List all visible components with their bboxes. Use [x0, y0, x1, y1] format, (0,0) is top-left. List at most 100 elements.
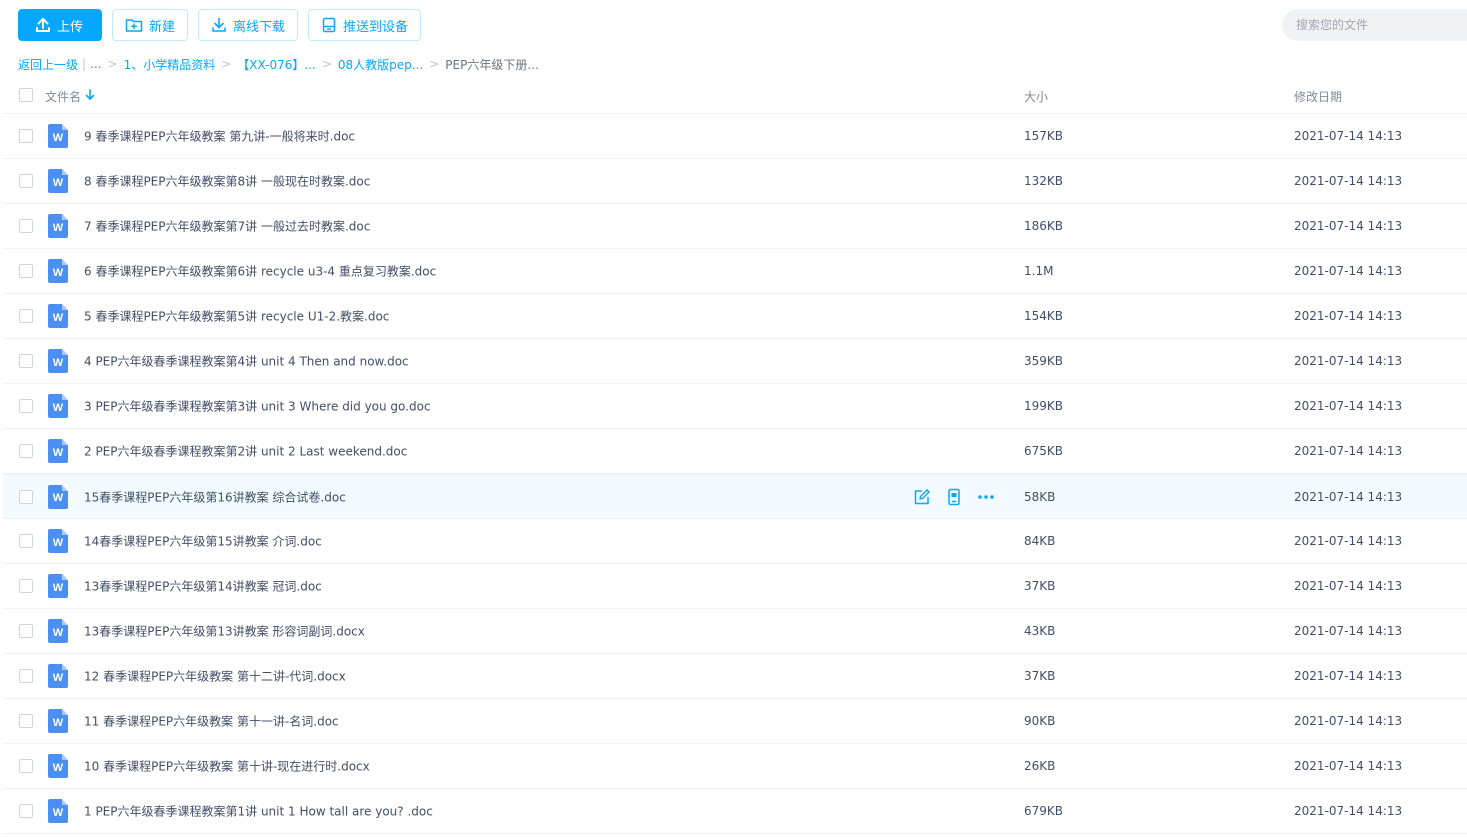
- upload-button[interactable]: 上传: [18, 9, 103, 41]
- row-checkbox[interactable]: [19, 804, 33, 818]
- file-date: 2021-07-14 14:13: [1294, 669, 1403, 683]
- edit-icon[interactable]: [913, 488, 931, 506]
- new-folder-icon: [125, 17, 143, 33]
- file-name[interactable]: 3 PEP六年级春季课程教案第3讲 unit 3 Where did you g…: [84, 398, 431, 415]
- file-date: 2021-07-14 14:13: [1294, 624, 1403, 638]
- word-doc-icon: W: [48, 394, 68, 418]
- row-checkbox[interactable]: [19, 714, 33, 728]
- file-size: 58KB: [1024, 489, 1056, 504]
- sort-down-arrow-icon: [85, 89, 95, 104]
- row-checkbox[interactable]: [19, 219, 33, 233]
- file-name[interactable]: 15春季课程PEP六年级第16讲教案 综合试卷.doc: [84, 488, 346, 505]
- file-name[interactable]: 10 春季课程PEP六年级教案 第十讲-现在进行时.docx: [84, 758, 370, 775]
- breadcrumb-item[interactable]: 08人教版pep...: [338, 56, 423, 73]
- row-checkbox[interactable]: [19, 579, 33, 593]
- word-icon-letter: W: [52, 356, 64, 369]
- file-row[interactable]: W 10 春季课程PEP六年级教案 第十讲-现在进行时.docx 26KB 2021-…: [3, 744, 1467, 789]
- breadcrumb-separator: >: [107, 57, 118, 71]
- row-checkbox[interactable]: [19, 129, 33, 143]
- file-row[interactable]: W 9 春季课程PEP六年级教案 第九讲-一般将来时.doc 157KB 2021-0…: [3, 114, 1467, 159]
- breadcrumb-item[interactable]: 1、小学精品资料: [124, 56, 216, 73]
- file-name[interactable]: 8 春季课程PEP六年级教案第8讲 一般现在时教案.doc: [84, 173, 370, 190]
- row-checkbox[interactable]: [19, 489, 33, 504]
- file-row[interactable]: W 7 春季课程PEP六年级教案第7讲 一般过去时教案.doc 186KB 2021-…: [3, 204, 1467, 249]
- file-size: 90KB: [1024, 714, 1056, 728]
- column-date-header[interactable]: 修改日期: [1294, 88, 1342, 105]
- file-name[interactable]: 7 春季课程PEP六年级教案第7讲 一般过去时教案.doc: [84, 218, 370, 235]
- file-row[interactable]: W 2 PEP六年级春季课程教案第2讲 unit 2 Last weekend.d…: [3, 429, 1467, 474]
- file-size: 37KB: [1024, 669, 1056, 683]
- file-size: 675KB: [1024, 444, 1064, 458]
- word-doc-icon: W: [48, 754, 68, 778]
- file-name[interactable]: 6 春季课程PEP六年级教案第6讲 recycle u3-4 重点复习教案.do…: [84, 263, 436, 280]
- file-size: 37KB: [1024, 579, 1056, 593]
- file-name[interactable]: 5 春季课程PEP六年级教案第5讲 recycle U1-2.教案.doc: [84, 308, 389, 325]
- word-doc-icon: W: [48, 259, 68, 283]
- file-date: 2021-07-14 14:13: [1294, 399, 1403, 413]
- file-row[interactable]: W 6 春季课程PEP六年级教案第6讲 recycle u3-4 重点复习教案.d…: [3, 249, 1467, 294]
- word-icon-letter: W: [52, 176, 64, 189]
- file-row[interactable]: W 5 春季课程PEP六年级教案第5讲 recycle U1-2.教案.doc 15…: [3, 294, 1467, 339]
- file-row[interactable]: W 15春季课程PEP六年级第16讲教案 综合试卷.doc 58KB 2021-07-…: [3, 474, 1467, 519]
- word-doc-icon: W: [48, 799, 68, 823]
- word-doc-icon: W: [48, 169, 68, 193]
- file-row[interactable]: W 11 春季课程PEP六年级教案 第十一讲-名词.doc 90KB 2021-07-…: [3, 699, 1467, 744]
- file-name[interactable]: 1 PEP六年级春季课程教案第1讲 unit 1 How tall are yo…: [84, 803, 433, 820]
- file-name[interactable]: 9 春季课程PEP六年级教案 第九讲-一般将来时.doc: [84, 128, 355, 145]
- breadcrumb-current: PEP六年级下册...: [445, 57, 539, 72]
- offline-download-button[interactable]: 离线下载: [198, 9, 299, 41]
- word-icon-letter: W: [52, 716, 64, 729]
- file-size: 84KB: [1024, 534, 1056, 548]
- word-icon-letter: W: [52, 626, 64, 639]
- breadcrumb-ellipsis[interactable]: ...: [90, 57, 101, 71]
- row-checkbox[interactable]: [19, 354, 33, 368]
- file-row[interactable]: W 1 PEP六年级春季课程教案第1讲 unit 1 How tall are y…: [3, 789, 1467, 834]
- select-all-checkbox[interactable]: [19, 88, 33, 102]
- push-device-icon[interactable]: [945, 488, 963, 506]
- word-icon-letter: W: [52, 536, 64, 549]
- row-checkbox[interactable]: [19, 534, 33, 548]
- word-icon-letter: W: [52, 311, 64, 324]
- row-checkbox[interactable]: [19, 669, 33, 683]
- file-name[interactable]: 12 春季课程PEP六年级教案 第十二讲-代词.docx: [84, 668, 346, 685]
- file-name[interactable]: 13春季课程PEP六年级第14讲教案 冠词.doc: [84, 578, 322, 595]
- row-checkbox[interactable]: [19, 759, 33, 773]
- file-size: 1.1M: [1024, 264, 1054, 278]
- breadcrumb: 返回上一级 | ... > 1、小学精品资料 > 【XX-076】... > 0…: [18, 56, 539, 72]
- word-icon-letter: W: [52, 221, 64, 234]
- breadcrumb-separator: >: [321, 57, 332, 71]
- file-row[interactable]: W 3 PEP六年级春季课程教案第3讲 unit 3 Where did you …: [3, 384, 1467, 429]
- file-row[interactable]: W 13春季课程PEP六年级第13讲教案 形容词副词.docx 43KB 2021-0…: [3, 609, 1467, 654]
- file-row[interactable]: W 14春季课程PEP六年级第15讲教案 介词.doc 84KB 2021-07-14…: [3, 519, 1467, 564]
- word-icon-letter: W: [52, 131, 64, 144]
- file-name[interactable]: 14春季课程PEP六年级第15讲教案 介词.doc: [84, 533, 322, 550]
- file-size: 43KB: [1024, 624, 1056, 638]
- file-name[interactable]: 4 PEP六年级春季课程教案第4讲 unit 4 Then and now.do…: [84, 353, 409, 370]
- file-row[interactable]: W 4 PEP六年级春季课程教案第4讲 unit 4 Then and now.d…: [3, 339, 1467, 384]
- file-size: 199KB: [1024, 399, 1064, 413]
- new-folder-button[interactable]: 新建: [112, 9, 189, 41]
- breadcrumb-item[interactable]: 【XX-076】...: [237, 56, 316, 73]
- file-row[interactable]: W 13春季课程PEP六年级第14讲教案 冠词.doc 37KB 2021-07-14…: [3, 564, 1467, 609]
- file-date: 2021-07-14 14:13: [1294, 354, 1403, 368]
- row-checkbox[interactable]: [19, 174, 33, 188]
- file-date: 2021-07-14 14:13: [1294, 219, 1403, 233]
- column-name-header[interactable]: 文件名: [45, 88, 95, 105]
- row-checkbox[interactable]: [19, 309, 33, 323]
- file-name[interactable]: 2 PEP六年级春季课程教案第2讲 unit 2 Last weekend.do…: [84, 443, 407, 460]
- column-size-header[interactable]: 大小: [1024, 88, 1048, 105]
- push-to-device-button[interactable]: 推送到设备: [308, 9, 422, 41]
- row-checkbox[interactable]: [19, 264, 33, 278]
- file-name[interactable]: 11 春季课程PEP六年级教案 第十一讲-名词.doc: [84, 713, 339, 730]
- row-checkbox[interactable]: [19, 399, 33, 413]
- file-name[interactable]: 13春季课程PEP六年级第13讲教案 形容词副词.docx: [84, 623, 365, 640]
- more-icon[interactable]: [977, 488, 995, 506]
- file-row[interactable]: W 8 春季课程PEP六年级教案第8讲 一般现在时教案.doc 132KB 2021-…: [3, 159, 1467, 204]
- row-checkbox[interactable]: [19, 624, 33, 638]
- row-checkbox[interactable]: [19, 444, 33, 458]
- new-folder-label: 新建: [149, 19, 176, 35]
- file-row[interactable]: W 12 春季课程PEP六年级教案 第十二讲-代词.docx 37KB 2021-07…: [3, 654, 1467, 699]
- search-input[interactable]: [1282, 9, 1467, 41]
- back-link[interactable]: 返回上一级: [18, 56, 78, 73]
- word-doc-icon: W: [48, 484, 68, 509]
